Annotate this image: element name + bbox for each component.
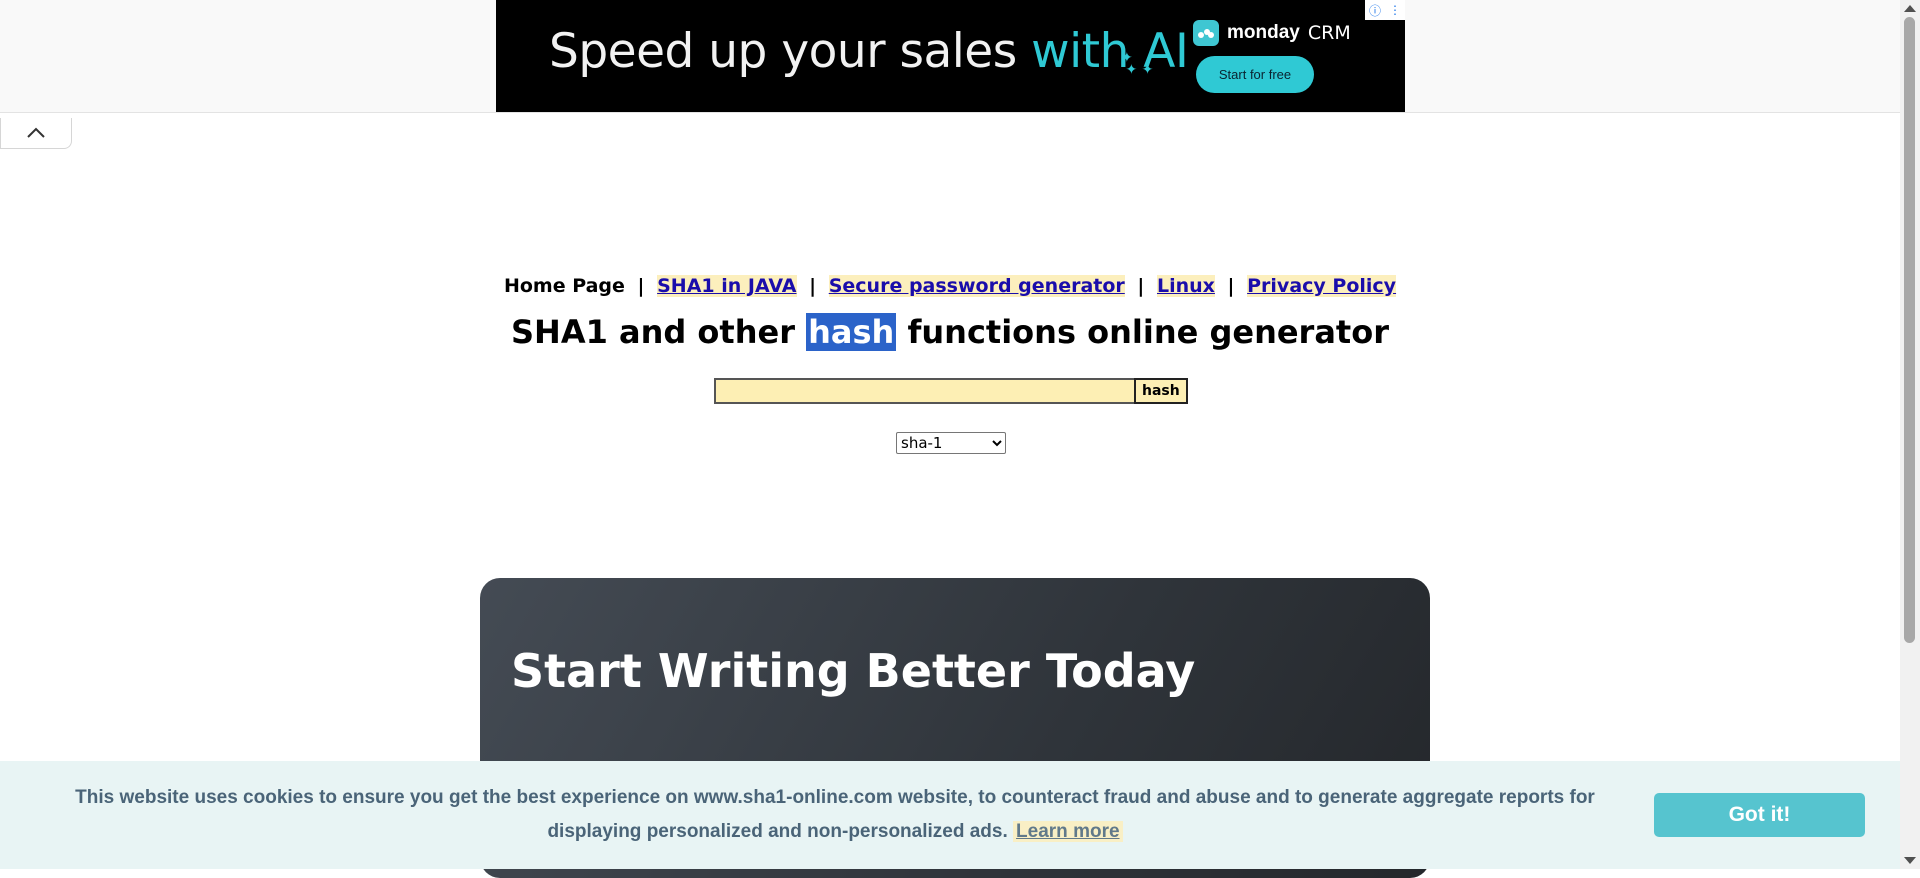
nav-separator: |	[809, 275, 817, 297]
cookie-message-text: This website uses cookies to ensure you …	[75, 787, 1595, 842]
ad-brand: monday CRM	[1193, 20, 1351, 46]
page-title-end: functions online generator	[896, 313, 1389, 351]
page-title: SHA1 and other hash functions online gen…	[0, 313, 1900, 351]
ad-headline-text: Speed up your sales	[549, 24, 1032, 79]
hash-button[interactable]: hash	[1134, 378, 1188, 404]
algorithm-select[interactable]: sha-1	[896, 432, 1006, 454]
chevron-up-icon	[27, 127, 45, 138]
ad-headline-accent: with AI	[1031, 24, 1189, 79]
nav-link-password-generator[interactable]: Secure password generator	[828, 275, 1125, 297]
info-icon[interactable]: ⓘ	[1369, 2, 1381, 19]
page-title-highlight: hash	[806, 313, 897, 351]
learn-more-link[interactable]: Learn more	[1013, 821, 1123, 842]
ad-brand-suffix: CRM	[1307, 22, 1351, 44]
hash-input[interactable]	[714, 378, 1134, 404]
ad-brand-name: monday	[1227, 22, 1300, 43]
promo-heading: Start Writing Better Today	[511, 644, 1196, 698]
page-title-start: SHA1 and other	[511, 313, 807, 351]
nav-home: Home Page	[503, 275, 625, 297]
ad-cta-button[interactable]: Start for free	[1196, 56, 1314, 93]
scroll-up-arrow-icon[interactable]	[1904, 5, 1916, 12]
scrollbar-thumb[interactable]	[1904, 17, 1915, 643]
nav-separator: |	[1137, 275, 1145, 297]
ad-controls: ⓘ ⋮	[1365, 0, 1405, 20]
nav-separator: |	[637, 275, 645, 297]
collapse-ad-button[interactable]	[0, 118, 72, 149]
nav-link-linux[interactable]: Linux	[1156, 275, 1215, 297]
top-navigation: Home Page | SHA1 in JAVA | Secure passwo…	[0, 275, 1900, 297]
cookie-message: This website uses cookies to ensure you …	[40, 781, 1630, 849]
ad-headline: Speed up your sales with AI	[549, 24, 1189, 79]
scrollbar[interactable]	[1900, 0, 1920, 869]
nav-separator: |	[1227, 275, 1235, 297]
ad-banner[interactable]: Speed up your sales with AI ✦ ✦ ✦ monday…	[496, 0, 1405, 112]
sparkle-icon: ✦ ✦ ✦	[1121, 50, 1154, 78]
scroll-down-arrow-icon[interactable]	[1904, 857, 1916, 864]
ad-banner-area: Speed up your sales with AI ✦ ✦ ✦ monday…	[0, 0, 1900, 113]
nav-link-sha1-java[interactable]: SHA1 in JAVA	[657, 275, 797, 297]
hash-form: hash	[714, 378, 1188, 404]
kebab-menu-icon[interactable]: ⋮	[1389, 3, 1401, 17]
monday-logo-icon	[1193, 20, 1219, 46]
cookie-banner: This website uses cookies to ensure you …	[0, 761, 1900, 869]
cookie-accept-button[interactable]: Got it!	[1654, 793, 1865, 837]
nav-link-privacy-policy[interactable]: Privacy Policy	[1247, 275, 1397, 297]
